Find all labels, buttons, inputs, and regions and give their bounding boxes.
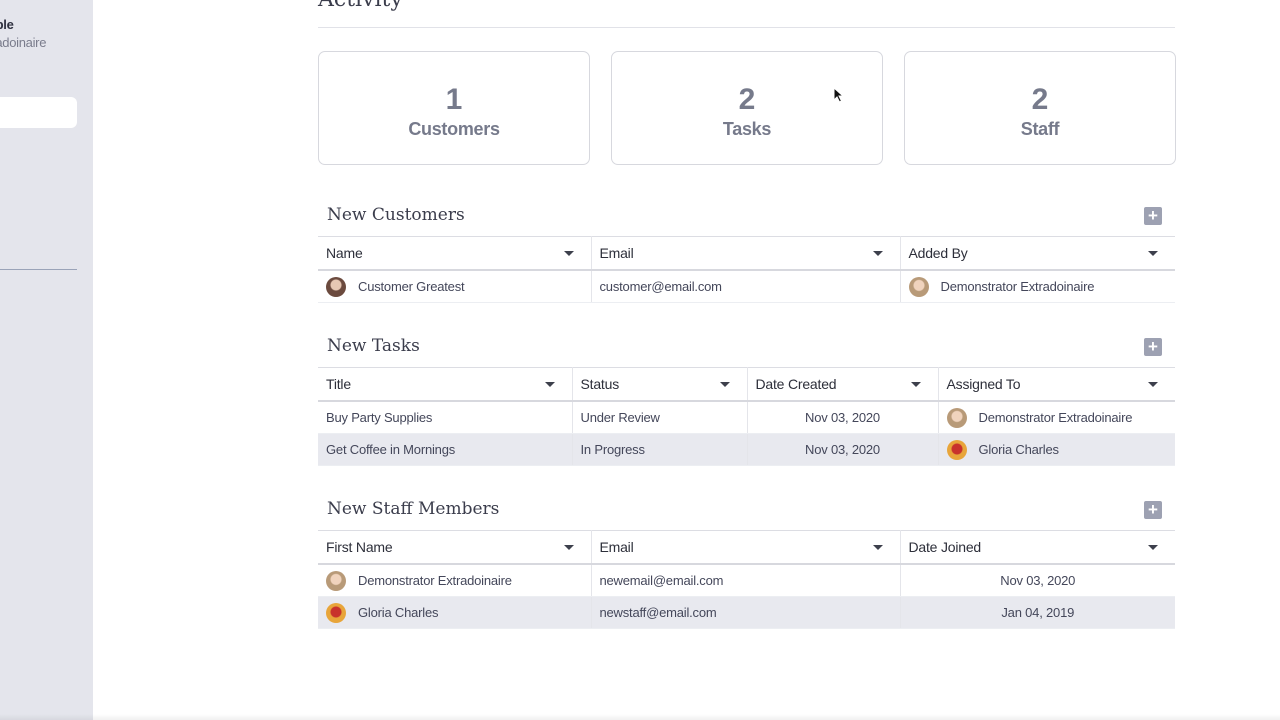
column-label: Status [580, 376, 620, 392]
caret-down-icon[interactable] [563, 545, 574, 550]
staff-date-joined: Nov 03, 2020 [900, 564, 1175, 597]
column-label: Title [326, 376, 351, 392]
caret-down-icon[interactable] [544, 382, 555, 387]
stat-card-customers[interactable]: 1 Customers [318, 51, 590, 165]
task-assignee: Gloria Charles [978, 442, 1059, 457]
column-header-assigned-to[interactable]: Assigned To [938, 367, 1175, 402]
plus-icon: + [1148, 500, 1158, 519]
task-status: Under Review [572, 401, 748, 434]
column-label: Email [599, 245, 634, 261]
stat-label: Tasks [722, 119, 772, 139]
column-label: Date Joined [908, 539, 982, 555]
task-date: Nov 03, 2020 [747, 433, 939, 466]
avatar [946, 439, 967, 460]
table-row[interactable]: Buy Party Supplies Under Review Nov 03, … [318, 401, 1175, 434]
customer-name: Customer Greatest [358, 279, 465, 294]
section-title-new-staff: New Staff Members [327, 499, 500, 519]
task-assignee: Demonstrator Extradoinaire [978, 410, 1133, 425]
column-label: Assigned To [946, 376, 1021, 392]
column-header-status[interactable]: Status [572, 367, 748, 402]
caret-down-icon[interactable] [563, 251, 574, 256]
caret-down-icon[interactable] [872, 545, 883, 550]
avatar [326, 276, 346, 297]
section-title-new-tasks: New Tasks [327, 336, 420, 356]
table-row[interactable]: Gloria Charles newstaff@email.com Jan 04… [318, 596, 1175, 629]
task-title: Get Coffee in Mornings [318, 433, 573, 466]
table-row[interactable]: Customer Greatest customer@email.com Dem… [318, 270, 1175, 303]
customer-email: customer@email.com [591, 270, 901, 303]
sidebar-divider [0, 269, 77, 270]
avatar [946, 407, 967, 428]
column-header-email[interactable]: Email [591, 236, 901, 271]
avatar [326, 602, 346, 623]
title-divider [318, 27, 1175, 28]
stat-value: 1 [445, 83, 463, 116]
mouse-cursor-icon [833, 87, 845, 103]
page-title: Activity [318, 0, 403, 12]
column-header-date-created[interactable]: Date Created [747, 367, 939, 402]
tasks-table: Title Status Date Created Assigned To Bu… [318, 367, 1175, 466]
column-label: Email [599, 539, 634, 555]
column-header-title[interactable]: Title [318, 367, 573, 402]
stat-value: 2 [1031, 83, 1049, 116]
caret-down-icon[interactable] [1148, 545, 1158, 550]
caret-down-icon[interactable] [719, 382, 730, 387]
column-header-date-joined[interactable]: Date Joined [900, 530, 1175, 565]
avatar [908, 276, 929, 297]
task-title: Buy Party Supplies [318, 401, 573, 434]
sidebar-user-name: ople [0, 17, 14, 32]
stat-card-staff[interactable]: 2 Staff [904, 51, 1176, 165]
table-row[interactable]: Demonstrator Extradoinaire newemail@emai… [318, 564, 1175, 597]
stat-card-tasks[interactable]: 2 Tasks [611, 51, 883, 165]
sidebar-user-role: tradoinaire [0, 35, 47, 50]
staff-email: newemail@email.com [591, 564, 901, 597]
stat-label: Staff [1020, 119, 1060, 139]
staff-table: First Name Email Date Joined Demonstrato… [318, 530, 1175, 629]
customers-table: Name Email Added By Customer Greatest cu… [318, 236, 1175, 303]
staff-name: Gloria Charles [358, 605, 439, 620]
column-label: Date Created [755, 376, 837, 392]
add-customer-button[interactable]: + [1144, 207, 1162, 225]
column-label: Added By [908, 245, 968, 261]
add-task-button[interactable]: + [1144, 338, 1162, 356]
column-label: First Name [326, 539, 393, 555]
column-header-email[interactable]: Email [591, 530, 901, 565]
main-content: Activity 1 Customers 2 Tasks 2 Staff New… [93, 0, 1280, 720]
column-label: Name [326, 245, 363, 261]
plus-icon: + [1148, 337, 1158, 356]
caret-down-icon[interactable] [910, 382, 921, 387]
column-header-name[interactable]: Name [318, 236, 592, 271]
sidebar: ople tradoinaire [0, 0, 93, 720]
task-date: Nov 03, 2020 [747, 401, 939, 434]
caret-down-icon[interactable] [872, 251, 883, 256]
staff-email: newstaff@email.com [591, 596, 901, 629]
table-row[interactable]: Get Coffee in Mornings In Progress Nov 0… [318, 433, 1175, 466]
staff-name: Demonstrator Extradoinaire [358, 573, 512, 588]
avatar [326, 570, 346, 591]
add-staff-button[interactable]: + [1144, 501, 1162, 519]
column-header-first-name[interactable]: First Name [318, 530, 592, 565]
task-status: In Progress [572, 433, 748, 466]
sidebar-search-input[interactable] [0, 97, 77, 128]
plus-icon: + [1148, 206, 1158, 225]
stat-label: Customers [408, 119, 500, 139]
staff-date-joined: Jan 04, 2019 [900, 596, 1175, 629]
caret-down-icon[interactable] [1148, 251, 1158, 256]
section-title-new-customers: New Customers [327, 205, 465, 225]
footer-shadow [0, 714, 1280, 720]
added-by: Demonstrator Extradoinaire [940, 279, 1095, 294]
caret-down-icon[interactable] [1148, 382, 1158, 387]
column-header-added-by[interactable]: Added By [900, 236, 1175, 271]
